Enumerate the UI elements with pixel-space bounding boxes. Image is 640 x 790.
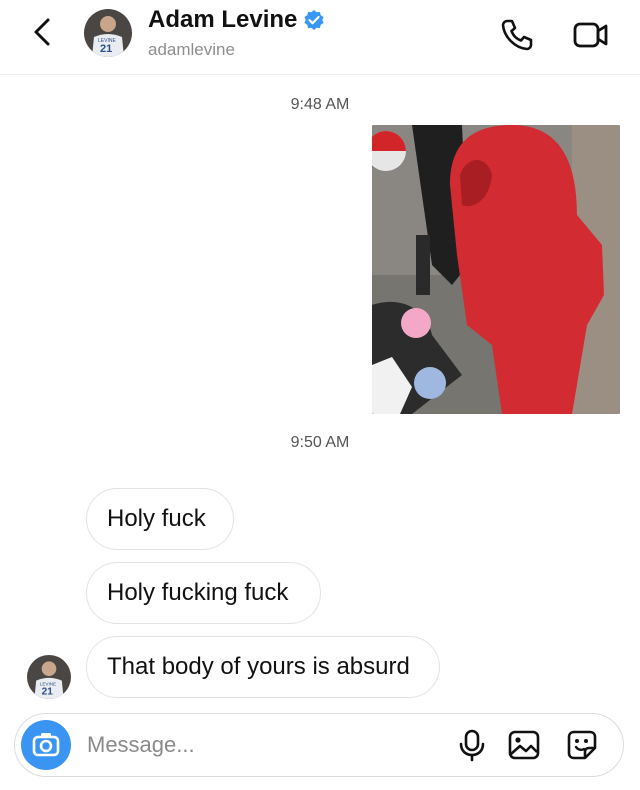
sender-avatar[interactable]: LEVINE 21: [27, 655, 71, 699]
camera-button[interactable]: [21, 720, 71, 770]
chat-header: LEVINE 21 Adam Levine adamlevine: [0, 0, 640, 75]
camera-icon: [32, 733, 60, 757]
timestamp: 9:48 AM: [290, 96, 350, 113]
timestamp: 9:50 AM: [290, 434, 350, 451]
contact-name[interactable]: Adam Levine: [148, 6, 297, 34]
phone-icon[interactable]: [498, 16, 536, 54]
jersey-number: 21: [42, 686, 54, 697]
chevron-left-icon[interactable]: [26, 14, 60, 50]
message-bubble[interactable]: That body of yours is absurd: [86, 636, 440, 698]
contact-handle: adamlevine: [148, 40, 235, 59]
jersey-name: LEVINE: [40, 681, 56, 686]
video-camera-icon[interactable]: [572, 16, 610, 54]
message-bubble[interactable]: Holy fucking fuck: [86, 562, 321, 624]
contact-name-row[interactable]: Adam Levine: [148, 6, 325, 34]
jersey-number: 21: [100, 43, 112, 55]
message-composer: [14, 713, 624, 777]
avatar[interactable]: LEVINE 21: [84, 9, 132, 57]
microphone-icon[interactable]: [455, 728, 489, 762]
message-input[interactable]: [87, 730, 407, 760]
verified-badge-icon: [304, 10, 324, 30]
sticker-icon[interactable]: [565, 728, 599, 762]
gallery-icon[interactable]: [507, 728, 541, 762]
message-bubble[interactable]: Holy fuck: [86, 488, 234, 550]
shared-photo[interactable]: [372, 125, 620, 414]
